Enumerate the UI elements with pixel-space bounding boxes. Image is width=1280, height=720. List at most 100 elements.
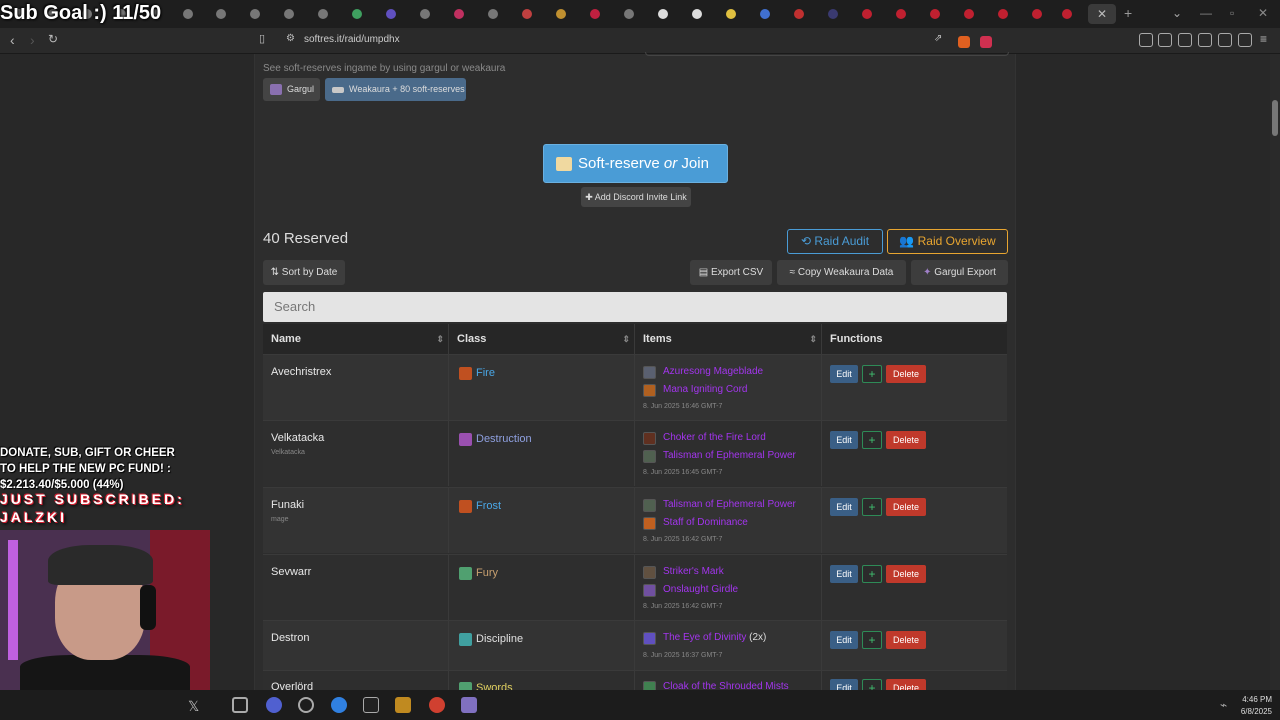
battlenet-icon[interactable] xyxy=(331,697,347,713)
tab-favicon[interactable] xyxy=(352,9,362,19)
gargul-button[interactable]: Gargul xyxy=(263,78,320,101)
add-button[interactable]: + xyxy=(862,365,882,383)
item-name[interactable]: Onslaught Girdle xyxy=(663,584,738,595)
tab-favicon[interactable] xyxy=(590,9,600,19)
delete-button[interactable]: Delete xyxy=(886,431,926,449)
app-icon[interactable] xyxy=(461,697,477,713)
tab-favicon[interactable] xyxy=(420,9,430,19)
item-name[interactable]: Talisman of Ephemeral Power xyxy=(663,499,796,510)
page-scrollbar[interactable] xyxy=(1270,54,1280,690)
minimize-icon[interactable]: — xyxy=(1200,6,1212,20)
item-name[interactable]: Talisman of Ephemeral Power xyxy=(663,450,796,461)
edit-button[interactable]: Edit xyxy=(830,431,858,449)
item-name[interactable]: Striker's Mark xyxy=(663,566,724,577)
add-button[interactable]: + xyxy=(862,498,882,516)
site-info-icon[interactable]: ⚙ xyxy=(286,33,295,44)
network-icon[interactable]: ⌁ xyxy=(1220,698,1227,712)
close-window-icon[interactable]: ✕ xyxy=(1258,6,1268,20)
tab-favicon[interactable] xyxy=(998,9,1008,19)
obs-icon[interactable] xyxy=(298,697,314,713)
item-name[interactable]: Azuresong Mageblade xyxy=(663,366,763,377)
delete-button[interactable]: Delete xyxy=(886,498,926,516)
wow-icon[interactable] xyxy=(395,697,411,713)
wallet-icon[interactable] xyxy=(1178,33,1192,47)
forward-icon[interactable]: › xyxy=(30,32,35,48)
app-icon[interactable] xyxy=(363,697,379,713)
edit-button[interactable]: Edit xyxy=(830,631,858,649)
tab-favicon[interactable] xyxy=(862,9,872,19)
app-icon[interactable] xyxy=(266,697,282,713)
item-link[interactable]: Choker of the Fire Lord xyxy=(643,432,766,445)
item-link[interactable]: Azuresong Mageblade xyxy=(643,366,763,379)
export-csv-button[interactable]: ▤ Export CSV xyxy=(690,260,772,285)
item-link[interactable]: Staff of Dominance xyxy=(643,517,748,530)
tab-favicon[interactable] xyxy=(250,9,260,19)
brave-icon[interactable] xyxy=(429,697,445,713)
item-link[interactable]: Mana Igniting Cord xyxy=(643,384,748,397)
tab-favicon[interactable] xyxy=(726,9,736,19)
tab-favicon[interactable] xyxy=(318,9,328,19)
item-name[interactable]: Choker of the Fire Lord xyxy=(663,432,766,443)
tab-favicon[interactable] xyxy=(964,9,974,19)
back-icon[interactable]: ‹ xyxy=(10,32,15,48)
delete-button[interactable]: Delete xyxy=(886,631,926,649)
tab-list-chevron-icon[interactable]: ⌄ xyxy=(1172,6,1182,20)
url-text[interactable]: softres.it/raid/umpdhx xyxy=(304,34,400,45)
reload-icon[interactable]: ↻ xyxy=(48,32,58,46)
brave-rewards-icon[interactable] xyxy=(980,36,992,48)
active-tab-close-button[interactable]: ✕ xyxy=(1088,4,1116,24)
raid-audit-button[interactable]: ⟲ Raid Audit xyxy=(787,229,883,254)
add-discord-invite-button[interactable]: ✚ Add Discord Invite Link xyxy=(581,187,691,207)
edit-button[interactable]: Edit xyxy=(830,565,858,583)
delete-button[interactable]: Delete xyxy=(886,365,926,383)
sidebar-icon[interactable] xyxy=(1158,33,1172,47)
add-button[interactable]: + xyxy=(862,565,882,583)
item-link[interactable]: Talisman of Ephemeral Power xyxy=(643,450,796,463)
extensions-icon[interactable] xyxy=(1139,33,1153,47)
new-tab-button[interactable]: + xyxy=(1124,5,1132,21)
tab-favicon[interactable] xyxy=(1032,9,1042,19)
tab-favicon[interactable] xyxy=(284,9,294,19)
tab-favicon[interactable] xyxy=(896,9,906,19)
column-header-items[interactable]: Items ⇕ xyxy=(635,324,822,354)
tab-favicon[interactable] xyxy=(216,9,226,19)
tab-favicon[interactable] xyxy=(624,9,634,19)
github-icon[interactable] xyxy=(692,9,702,19)
raid-overview-button[interactable]: 👥 Raid Overview xyxy=(887,229,1008,254)
sort-icon[interactable]: ⇕ xyxy=(622,324,630,354)
share-icon[interactable]: ⇗ xyxy=(934,33,942,44)
task-view-icon[interactable] xyxy=(232,697,248,713)
item-link[interactable]: Striker's Mark xyxy=(643,566,724,579)
tab-favicon[interactable] xyxy=(386,9,396,19)
clock[interactable]: 4:46 PM 6/8/2025 xyxy=(1241,694,1272,718)
vpn-icon[interactable] xyxy=(1218,33,1232,47)
add-button[interactable]: + xyxy=(862,431,882,449)
bookmark-icon[interactable]: ▯ xyxy=(259,32,265,45)
add-button[interactable]: + xyxy=(862,631,882,649)
item-name[interactable]: Staff of Dominance xyxy=(663,517,748,528)
column-header-class[interactable]: Class ⇕ xyxy=(449,324,635,354)
sort-icon[interactable]: ⇕ xyxy=(436,324,444,354)
item-link[interactable]: Onslaught Girdle xyxy=(643,584,738,597)
tab-favicon[interactable] xyxy=(522,9,532,19)
edit-button[interactable]: Edit xyxy=(830,498,858,516)
item-link[interactable]: Talisman of Ephemeral Power xyxy=(643,499,796,512)
soft-reserve-or-join-button[interactable]: Soft-reserve or Join xyxy=(543,144,728,183)
item-name[interactable]: The Eye of Divinity xyxy=(663,632,746,643)
gargul-export-button[interactable]: ✦ Gargul Export xyxy=(911,260,1008,285)
edit-button[interactable]: Edit xyxy=(830,365,858,383)
delete-button[interactable]: Delete xyxy=(886,565,926,583)
github-icon[interactable] xyxy=(658,9,668,19)
tab-favicon[interactable] xyxy=(828,9,838,19)
scrollbar-thumb[interactable] xyxy=(1272,100,1278,136)
leo-icon[interactable] xyxy=(1198,33,1212,47)
menu-icon[interactable]: ≡ xyxy=(1260,32,1267,46)
sort-icon[interactable]: ⇕ xyxy=(809,324,817,354)
x-icon[interactable]: 𝕏 xyxy=(188,698,199,715)
weakaura-button[interactable]: Weakaura + 80 soft-reserves xyxy=(325,78,466,101)
tab-favicon[interactable] xyxy=(760,9,770,19)
item-name[interactable]: Mana Igniting Cord xyxy=(663,384,748,395)
tab-favicon[interactable] xyxy=(794,9,804,19)
sort-by-date-button[interactable]: ⇅ Sort by Date xyxy=(263,260,345,285)
tab-favicon[interactable] xyxy=(183,9,193,19)
